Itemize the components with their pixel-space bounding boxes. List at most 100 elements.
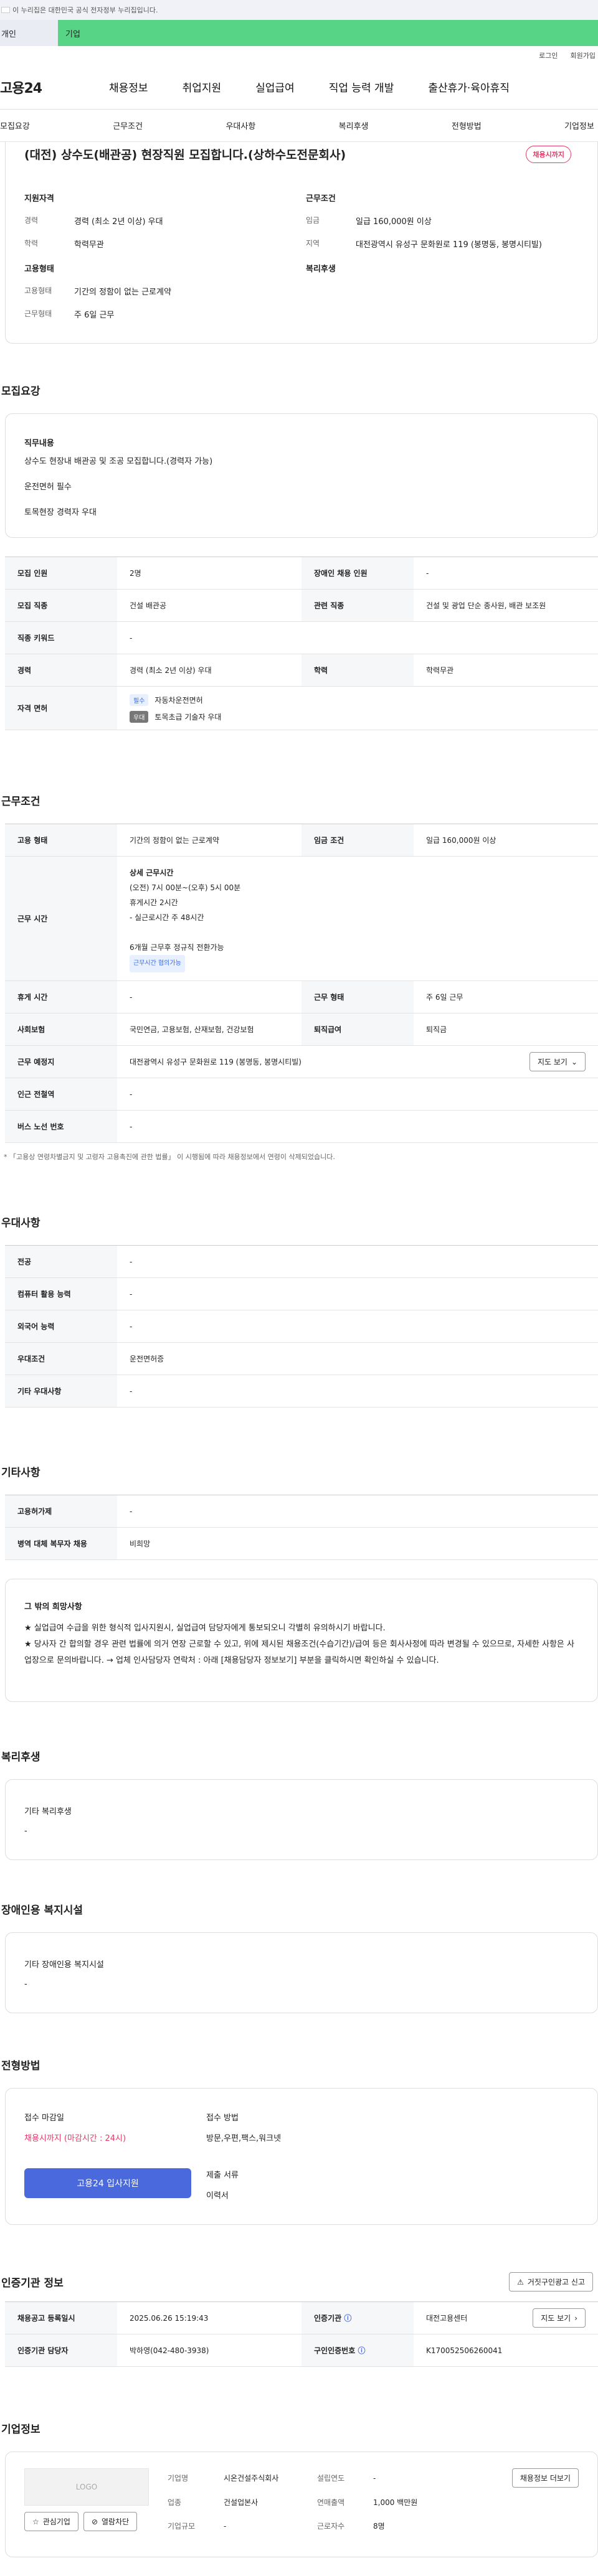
- site-logo[interactable]: 고용24: [0, 77, 75, 97]
- cell-label: 근무 예정지: [5, 1045, 117, 1078]
- cell-label: 모집 인원: [5, 557, 117, 590]
- days-label: 근무형태: [24, 309, 52, 318]
- cell-label: 휴게 시간: [5, 980, 117, 1013]
- org-value: 대전고용센터: [426, 2314, 468, 2323]
- emp-value: 8명: [373, 2522, 385, 2531]
- cell-value: 박하영(042-480-3938): [117, 2334, 301, 2367]
- method-heading: 접수 방법: [206, 2113, 239, 2123]
- org-map-button[interactable]: 지도 보기 ›: [533, 2308, 586, 2328]
- days-value: 주 6일 근무: [74, 311, 115, 320]
- deadline-badge: 채용시까지: [526, 146, 571, 163]
- gov-banner-text: 이 누리집은 대한민국 공식 전자정부 누리집입니다.: [12, 6, 158, 14]
- cell-label: 퇴직급여: [301, 1013, 414, 1046]
- table-row: 자격 면허 필수 자동차운전면허 우대 토목초급 기술자 우대: [5, 686, 598, 730]
- pref-table: 전공 - 컴퓨터 활용 능력 - 외국어 능력 - 우대조건 운전면허증 기타 우대사항…: [5, 1245, 598, 1408]
- cell-value: 주 6일 근무: [414, 980, 598, 1013]
- nav-jobs[interactable]: 채용정보: [109, 79, 148, 95]
- cell-label: 고용허가제: [5, 1495, 117, 1528]
- table-row: 인증기관 담당자 박하영(042-480-3938) 구인인증번호 ⓘ K170052…: [5, 2334, 598, 2367]
- cell-value: 필수 자동차운전면허 우대 토목초급 기술자 우대: [117, 686, 598, 730]
- table-row: 모집 인원 2명 장애인 채용 인원 -: [5, 557, 598, 590]
- wage-label: 임금: [306, 216, 320, 225]
- other-line: ★ 당사자 간 합의할 경우 관련 법률에 의거 연장 근로할 수 있고, 위에…: [24, 1640, 574, 1665]
- cell-label: 경력: [5, 654, 117, 687]
- cell-value: -: [117, 1495, 598, 1528]
- snb-work[interactable]: 근무조건: [113, 120, 143, 131]
- block-button[interactable]: ⊘ 열람차단: [83, 2512, 138, 2531]
- login-link[interactable]: 로그인: [539, 50, 558, 60]
- table-row: 근무 시간 상세 근무시간 (오전) 7시 00분~(오후) 5시 00분 휴게…: [5, 856, 598, 981]
- size-value: -: [224, 2522, 227, 2531]
- table-row: 병역 대체 복무자 채용 비희망: [5, 1527, 598, 1560]
- size-label: 기업규모: [168, 2522, 196, 2531]
- cell-value: 퇴직금: [414, 1013, 598, 1046]
- nav-unemployment-benefit[interactable]: 실업급여: [255, 79, 295, 95]
- tab-company[interactable]: 기업: [58, 20, 598, 46]
- duty-box: 직무내용 상수도 현장내 배관공 및 조공 모집합니다.(경력자 가능) 운전면…: [5, 413, 598, 538]
- table-row: 휴게 시간 - 근무 형태 주 6일 근무: [5, 980, 598, 1013]
- est-label: 설립연도: [317, 2474, 345, 2483]
- snb-process[interactable]: 전형방법: [452, 120, 482, 131]
- cell-label: 장애인 채용 인원: [301, 557, 414, 590]
- cert-title: 인증기관 정보: [1, 2277, 64, 2290]
- welfare-heading: 복리후생: [306, 265, 336, 274]
- cell-value: 상세 근무시간 (오전) 7시 00분~(오후) 5시 00분 휴게시간 2시간…: [117, 856, 598, 981]
- table-row: 사회보험 국민연금, 고용보험, 산재보험, 건강보험 퇴직급여 퇴직금: [5, 1013, 598, 1046]
- snb-welfare[interactable]: 복리후생: [339, 120, 369, 131]
- emp-value: 기간의 정함이 없는 근로계약: [74, 288, 171, 297]
- required-chip: 필수: [130, 693, 149, 706]
- cell-value: -: [117, 1277, 598, 1310]
- tab-personal[interactable]: 개인: [0, 20, 58, 46]
- time-line: (오전) 7시 00분~(오후) 5시 00분: [130, 883, 241, 892]
- nav-employment-support[interactable]: 취업지원: [183, 79, 222, 95]
- cell-label: 전공: [5, 1245, 117, 1278]
- duty-heading: 직무내용: [24, 439, 54, 448]
- info-icon[interactable]: ⓘ: [358, 2346, 365, 2355]
- report-button[interactable]: ⚠ 거짓구인광고 신고: [509, 2272, 593, 2292]
- fav-label: 관심기업: [42, 2517, 70, 2526]
- wage-value: 일급 160,000원 이상: [356, 217, 432, 227]
- est-value: -: [373, 2474, 376, 2483]
- other-heading: 그 밖의 희망사항: [24, 1602, 82, 1612]
- nav-training[interactable]: 직업 능력 개발: [329, 79, 394, 95]
- preferred-chip: 우대: [130, 710, 149, 723]
- cell-label: 사회보험: [5, 1013, 117, 1046]
- cell-label: 근무 형태: [301, 980, 414, 1013]
- signup-link[interactable]: 회원가입: [571, 50, 596, 60]
- process-box: 접수 마감일 채용시까지 (마감시간 : 24시) 고용24 입사지원 접수 방…: [5, 2088, 598, 2225]
- snb-pref[interactable]: 우대사항: [225, 120, 255, 131]
- table-row: 버스 노선 번호 -: [5, 1110, 598, 1143]
- time-line: 휴게시간 2시간: [130, 898, 178, 907]
- duty-line: 상수도 현장내 배관공 및 조공 모집합니다.(경력자 가능): [24, 457, 213, 466]
- cell-label: 자격 면허: [5, 686, 117, 730]
- job-summary-card: (대전) 상수도(배관공) 현장직원 모집합니다.(상하수도전문회사) 채용시까…: [5, 142, 598, 344]
- edu-label: 학력: [24, 239, 39, 248]
- apply-button[interactable]: 고용24 입사지원: [24, 2168, 191, 2198]
- place-value: 대전광역시 유성구 문화원로 119 (봉명동, 봉명시티빌): [130, 1058, 301, 1066]
- fav-button[interactable]: ☆ 관심기업: [24, 2512, 78, 2531]
- table-row: 채용공고 등록일시 2025.06.26 15:19:43 인증기관 ⓘ 대전고용센터…: [5, 2301, 598, 2334]
- nav-parental-leave[interactable]: 출산휴가·육아휴직: [428, 79, 510, 95]
- chevron-down-icon: ⌄: [571, 1057, 577, 1066]
- disabled-heading: 기타 장애인용 복지시설: [24, 1960, 104, 1970]
- cell-value: -: [117, 1110, 598, 1143]
- map-button[interactable]: 지도 보기 ⌄: [529, 1052, 586, 1071]
- company-jobs-button[interactable]: 채용정보 더보기: [511, 2468, 579, 2488]
- docs-value: 이력서: [206, 2191, 229, 2201]
- ind-value: 건설업본사: [224, 2498, 259, 2507]
- snb-company[interactable]: 기업정보: [564, 120, 594, 131]
- age-note: * 「고용상 연령차별금지 및 고령자 고용촉진에 관한 법률」 이 시행됨에 …: [4, 1153, 335, 1161]
- info-icon[interactable]: ⓘ: [344, 2314, 351, 2323]
- name-value: 시온건설주식회사: [224, 2474, 279, 2483]
- report-icon: ⚠: [517, 2277, 524, 2287]
- time-line: - 실근로시간 주 48시간: [130, 913, 204, 922]
- ind-label: 업종: [168, 2498, 182, 2507]
- snb-recruit[interactable]: 모집요강: [0, 120, 30, 131]
- disabled-box: 기타 장애인용 복지시설 -: [5, 1932, 598, 2013]
- loc-label: 지역: [306, 239, 320, 248]
- company-box: LOGO ☆ 관심기업 ⊘ 열람차단 기업명 시온건설주식회사 설립연도 - 업종 건설업본…: [5, 2451, 598, 2557]
- cell-value: K170052506260041: [414, 2334, 598, 2367]
- cell-value: -: [117, 621, 598, 654]
- map-button-label: 지도 보기: [537, 1058, 567, 1066]
- cell-label: 임금 조건: [301, 824, 414, 857]
